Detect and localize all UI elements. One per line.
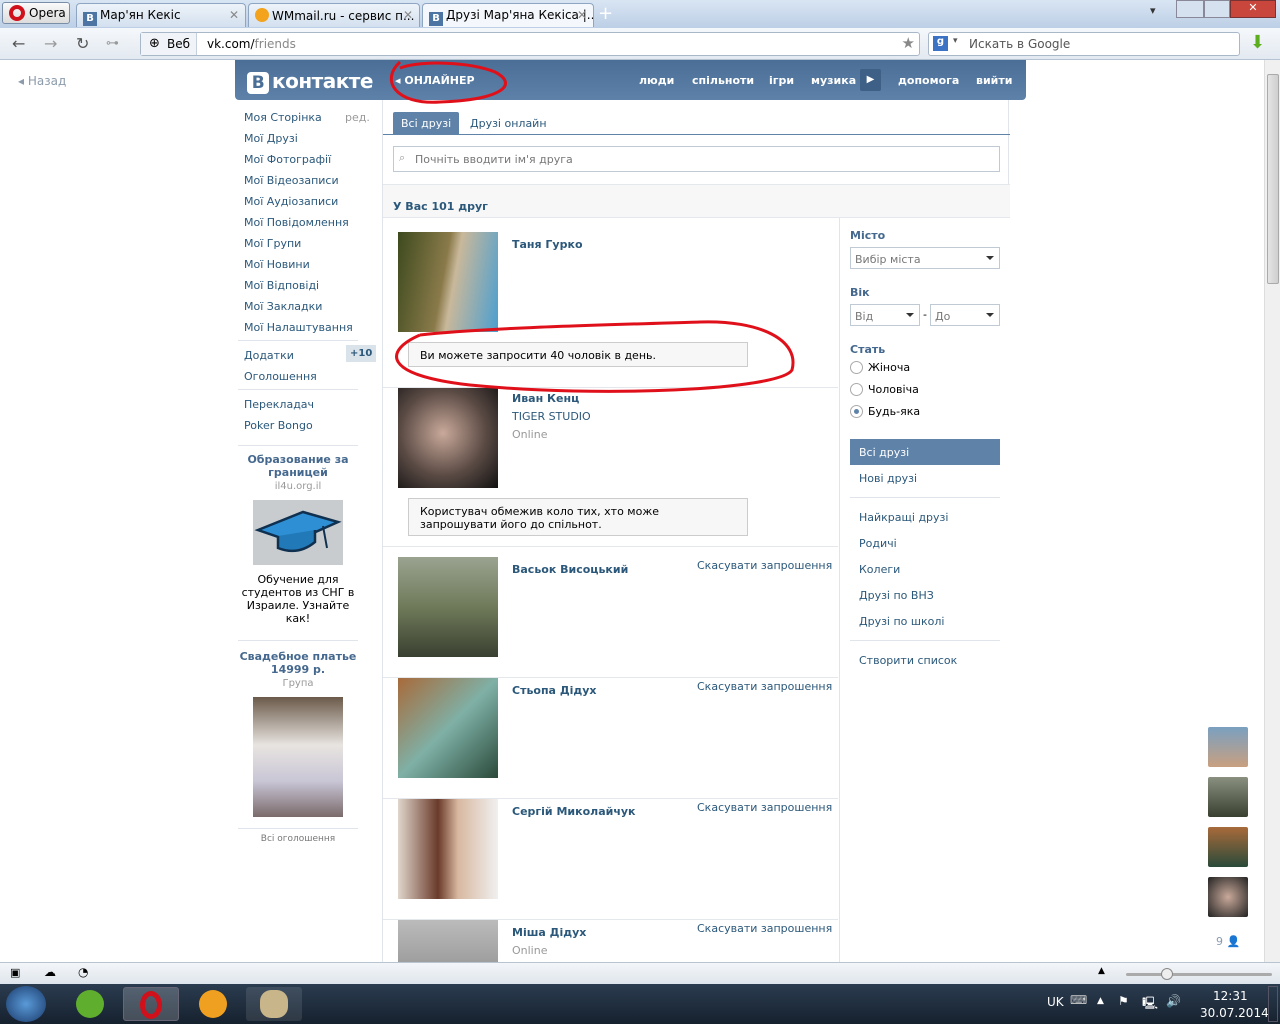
- forward-arrow-icon[interactable]: →: [44, 34, 57, 53]
- utorrent-taskbar-icon[interactable]: [62, 987, 118, 1021]
- close-tab-icon[interactable]: ✕: [229, 8, 239, 22]
- browser-nav-bar: ← → ↻ ⊶ ⊕ Веб vk.com/friends ★ g ▾ Искать в…: [0, 28, 1280, 60]
- page: ◂ Назад Вконтакте ◂ ОНЛАЙНЕР люди спільн…: [0, 60, 1264, 962]
- address-mode-button[interactable]: ⊕ Веб: [141, 33, 197, 55]
- opera-logo-icon: [9, 5, 25, 21]
- page-scrollbar[interactable]: [1264, 60, 1280, 962]
- browser-tab-bar: Opera B Мар'ян Кекіс ✕ WMmail.ru - сервис …: [0, 0, 1280, 28]
- windows-taskbar: UK ⌨ ▲ ⚑ 🖳 🔊 12:31 30.07.2014: [0, 984, 1280, 1024]
- paint-taskbar-icon[interactable]: [246, 987, 302, 1021]
- new-tab-button[interactable]: +: [598, 3, 613, 24]
- clock-date[interactable]: 30.07.2014: [1200, 1006, 1269, 1020]
- clock-time[interactable]: 12:31: [1213, 989, 1248, 1003]
- red-annotation-marks: [389, 60, 795, 393]
- tab-menu-icon[interactable]: ▾: [1150, 4, 1156, 17]
- language-indicator[interactable]: UK: [1047, 995, 1064, 1009]
- vk-icon: B: [429, 12, 443, 26]
- browser-tab[interactable]: B Мар'ян Кекіс ✕: [76, 3, 246, 27]
- cloud-icon[interactable]: ☁: [44, 965, 56, 979]
- opera-taskbar-icon[interactable]: [123, 987, 179, 1021]
- close-window-button[interactable]: ✕: [1230, 0, 1276, 18]
- reload-icon[interactable]: ↻: [76, 34, 89, 53]
- vk-icon: B: [83, 12, 97, 26]
- annotation-ellipse-notice: [395, 320, 795, 393]
- zoom-slider-handle[interactable]: [1161, 968, 1173, 980]
- google-icon: g: [933, 36, 948, 51]
- back-arrow-icon[interactable]: ←: [12, 34, 25, 53]
- browser-status-bar: ▣ ☁ ◔ ▲: [0, 962, 1280, 984]
- aimp-taskbar-icon[interactable]: [185, 987, 241, 1021]
- start-button[interactable]: [6, 986, 46, 1022]
- bookmark-star-icon[interactable]: ★: [902, 34, 915, 52]
- speed-dial-icon[interactable]: ◔: [78, 965, 88, 979]
- key-icon[interactable]: ⊶: [106, 36, 119, 51]
- search-engine-field[interactable]: g ▾ Искать в Google: [928, 32, 1240, 56]
- chevron-down-icon[interactable]: ▾: [953, 36, 958, 46]
- download-icon[interactable]: ⬇: [1250, 32, 1265, 53]
- browser-tab[interactable]: WMmail.ru - сервис п... ✕: [248, 3, 420, 27]
- zoom-slider[interactable]: [1126, 968, 1272, 980]
- annotation-ellipse-player: [389, 60, 507, 104]
- opera-menu-button[interactable]: Opera: [2, 2, 70, 24]
- address-bar[interactable]: ⊕ Веб vk.com/friends ★: [140, 32, 920, 56]
- volume-icon[interactable]: 🔊: [1166, 994, 1181, 1008]
- close-tab-icon[interactable]: ✕: [403, 8, 413, 22]
- browser-tab-active[interactable]: B Друзі Мар'яна Кекіса |... ✕: [422, 3, 594, 27]
- maximize-button[interactable]: [1204, 0, 1230, 18]
- minimize-button[interactable]: [1176, 0, 1204, 18]
- scrollbar-thumb[interactable]: [1267, 74, 1279, 284]
- panel-toggle-icon[interactable]: ▣: [10, 966, 20, 979]
- close-tab-icon[interactable]: ✕: [577, 8, 587, 22]
- keyboard-icon[interactable]: ⌨: [1070, 993, 1087, 1007]
- network-icon[interactable]: 🖳: [1142, 994, 1158, 1015]
- triangle-up-icon[interactable]: ▲: [1098, 966, 1105, 976]
- show-hidden-icons[interactable]: ▲: [1097, 996, 1104, 1006]
- wmmail-icon: [255, 8, 269, 22]
- action-center-flag-icon[interactable]: ⚑: [1118, 994, 1129, 1008]
- show-desktop-button[interactable]: [1268, 986, 1278, 1022]
- url-text[interactable]: vk.com/friends: [207, 37, 296, 51]
- globe-icon: ⊕: [149, 36, 160, 51]
